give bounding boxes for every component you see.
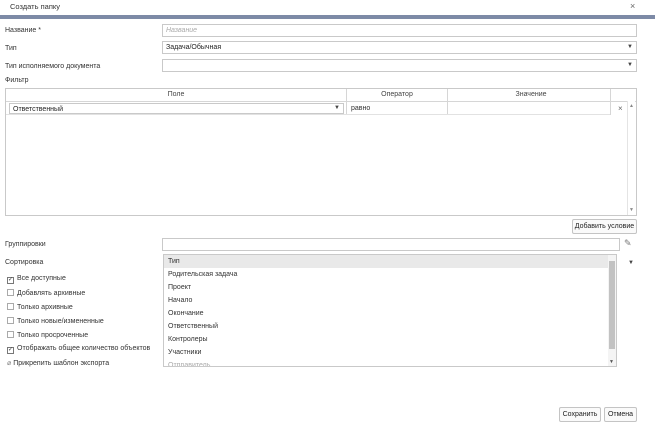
close-icon[interactable]: × xyxy=(630,1,635,11)
checkbox[interactable] xyxy=(7,303,14,310)
checkbox[interactable] xyxy=(7,331,14,338)
doc-type-label: Тип исполняемого документа xyxy=(5,63,101,70)
column-separator xyxy=(610,89,611,115)
remove-condition-icon[interactable]: × xyxy=(618,104,623,113)
option-label: Все доступные xyxy=(17,275,66,282)
header-divider xyxy=(6,101,636,102)
save-button[interactable]: Сохранить xyxy=(559,407,601,422)
name-input[interactable]: Название xyxy=(162,24,637,37)
dropdown-item-parent-task[interactable]: Родительская задача xyxy=(164,268,610,281)
filter-label: Фильтр xyxy=(5,77,29,84)
option-all-available[interactable]: ✓ Все доступные xyxy=(7,275,66,285)
filter-field-value: Ответственный xyxy=(13,106,63,113)
option-label: Только архивные xyxy=(17,304,73,311)
scrollbar-thumb[interactable] xyxy=(609,261,615,349)
dropdown-item-participants[interactable]: Участники xyxy=(164,346,610,359)
column-separator xyxy=(346,89,347,115)
scroll-down-icon[interactable]: ▼ xyxy=(629,207,634,213)
dropdown-item-project[interactable]: Проект xyxy=(164,281,610,294)
cancel-button[interactable]: Отмена xyxy=(604,407,637,422)
add-condition-button[interactable]: Добавить условие xyxy=(572,219,637,234)
chevron-down-icon: ▼ xyxy=(627,44,633,50)
filter-table: Поле Оператор Значение Ответственный ▼ р… xyxy=(5,88,637,216)
type-value: Задача/Обычная xyxy=(166,44,222,51)
grouping-input[interactable] xyxy=(162,238,620,251)
header-divider xyxy=(0,15,655,19)
option-label: Только просроченные xyxy=(17,332,89,339)
chevron-down-icon: ▼ xyxy=(627,62,633,68)
attach-template-label: Прикрепить шаблон экспорта xyxy=(13,360,110,367)
sort-label: Сортировка xyxy=(5,259,44,266)
column-header-field: Поле xyxy=(167,91,185,98)
dropdown-item-end[interactable]: Окончание xyxy=(164,307,610,320)
scroll-down-icon[interactable]: ▼ xyxy=(609,359,614,365)
dropdown-item-sender[interactable]: Отправитель xyxy=(164,359,610,366)
filter-operator-value[interactable]: равно xyxy=(351,105,370,112)
checkbox-checked[interactable]: ✓ xyxy=(7,347,14,354)
option-label: Отображать общее количество объектов xyxy=(17,345,151,352)
grouping-label: Группировки xyxy=(5,241,46,248)
grouping-dropdown-list: Тип Родительская задача Проект Начало Ок… xyxy=(163,254,617,367)
checkbox-checked[interactable]: ✓ xyxy=(7,277,14,284)
name-label: Название * xyxy=(5,27,41,34)
dropdown-item-controllers[interactable]: Контролеры xyxy=(164,333,610,346)
option-add-archived[interactable]: Добавлять архивные xyxy=(7,289,85,299)
dropdown-item-start[interactable]: Начало xyxy=(164,294,610,307)
scroll-up-icon[interactable]: ▲ xyxy=(629,103,634,109)
doc-type-select[interactable]: ▼ xyxy=(162,59,637,72)
option-only-overdue[interactable]: Только просроченные xyxy=(7,331,88,341)
type-label: Тип xyxy=(5,45,17,52)
option-label: Только новые/измененные xyxy=(17,318,104,325)
checkbox[interactable] xyxy=(7,317,14,324)
dialog-titlebar xyxy=(0,0,655,14)
option-only-archived[interactable]: Только архивные xyxy=(7,303,73,313)
chevron-down-icon: ▼ xyxy=(334,105,340,111)
row-divider xyxy=(6,114,610,115)
dropdown-item-type[interactable]: Тип xyxy=(164,255,610,268)
type-select[interactable]: Задача/Обычная ▼ xyxy=(162,41,637,54)
column-header-value: Значение xyxy=(515,91,547,98)
attach-export-template-link[interactable]: ⌀ Прикрепить шаблон экспорта xyxy=(7,359,109,369)
pencil-icon[interactable]: ✎ xyxy=(624,238,632,249)
filter-field-select[interactable]: Ответственный ▼ xyxy=(9,103,344,114)
filter-scrollbar[interactable]: ▲ ▼ xyxy=(627,101,635,215)
option-show-total-count[interactable]: ✓ Отображать общее количество объектов xyxy=(7,345,150,355)
option-label: Добавлять архивные xyxy=(17,290,86,297)
dropdown-item-responsible[interactable]: Ответственный xyxy=(164,320,610,333)
option-only-new-changed[interactable]: Только новые/измененные xyxy=(7,317,104,327)
name-placeholder: Название xyxy=(166,27,198,34)
column-separator xyxy=(447,89,448,115)
column-header-operator: Оператор xyxy=(381,91,413,98)
dropdown-scrollbar[interactable]: ▼ xyxy=(608,255,616,366)
checkbox[interactable] xyxy=(7,289,14,296)
paperclip-icon: ⌀ xyxy=(7,360,12,367)
chevron-down-icon[interactable]: ▼ xyxy=(628,260,634,266)
dialog-title: Создать папку xyxy=(10,2,60,11)
